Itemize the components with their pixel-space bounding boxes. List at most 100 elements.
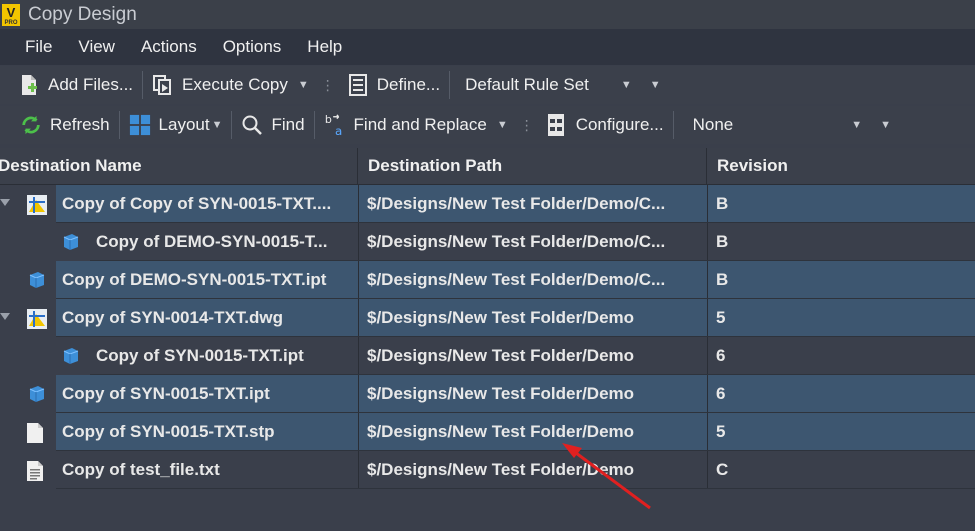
- find-replace-label: Find and Replace: [353, 115, 487, 134]
- table-row[interactable]: Copy of SYN-0015-TXT.ipt $/Designs/New Te…: [0, 337, 975, 375]
- cell-destination-path[interactable]: $/Designs/New Test Folder/Demo: [358, 337, 707, 374]
- cell-revision[interactable]: B: [707, 185, 975, 222]
- cell-revision[interactable]: B: [707, 261, 975, 298]
- column-header-name[interactable]: Destination Name: [0, 148, 358, 184]
- layout-label: Layout: [158, 115, 210, 134]
- part-icon: [60, 232, 80, 252]
- cell-revision[interactable]: 6: [707, 337, 975, 374]
- row-gutter: [0, 299, 56, 337]
- cell-destination-name[interactable]: Copy of DEMO-SYN-0015-T...: [90, 223, 358, 260]
- cell-revision[interactable]: B: [707, 223, 975, 260]
- toolbar-grip: ⋮: [320, 76, 335, 93]
- cell-destination-name[interactable]: Copy of SYN-0015-TXT.ipt: [56, 375, 358, 412]
- define-label: Define...: [376, 75, 441, 94]
- configure-button[interactable]: Configure...: [542, 110, 668, 140]
- window-title: Copy Design: [28, 3, 137, 25]
- column-header-revision[interactable]: Revision: [707, 148, 975, 184]
- chevron-down-icon[interactable]: ▼: [880, 119, 891, 131]
- cell-destination-name[interactable]: Copy of Copy of SYN-0015-TXT....: [56, 185, 358, 222]
- define-button[interactable]: Define...: [343, 70, 444, 100]
- find-button[interactable]: Find: [237, 110, 308, 140]
- find-label: Find: [271, 115, 305, 134]
- table-row[interactable]: Copy of SYN-0015-TXT.stp $/Designs/New Te…: [0, 413, 975, 451]
- expand-toggle-icon[interactable]: [0, 313, 10, 320]
- cell-destination-path[interactable]: $/Designs/New Test Folder/Demo/C...: [358, 261, 707, 298]
- chevron-down-icon[interactable]: ▼: [650, 79, 661, 91]
- cell-destination-path[interactable]: $/Designs/New Test Folder/Demo: [358, 375, 707, 412]
- refresh-icon: [20, 113, 42, 137]
- cell-destination-path[interactable]: $/Designs/New Test Folder/Demo: [358, 413, 707, 450]
- table-row[interactable]: Copy of SYN-0014-TXT.dwg $/Designs/New Te…: [0, 299, 975, 337]
- svg-text:a: a: [335, 124, 342, 138]
- execute-copy-icon: [152, 73, 174, 97]
- menu-help[interactable]: Help: [307, 37, 342, 57]
- cell-destination-name[interactable]: Copy of test_file.txt: [56, 451, 358, 488]
- refresh-label: Refresh: [50, 115, 110, 134]
- table-row[interactable]: Copy of DEMO-SYN-0015-T... $/Designs/New …: [0, 223, 975, 261]
- menu-view[interactable]: View: [78, 37, 115, 57]
- toolbar-secondary: Refresh Layout ▼ Find ba Find and Replac…: [0, 106, 975, 144]
- toolbar-separator: [231, 111, 233, 139]
- grid-body: Copy of Copy of SYN-0015-TXT.... $/Design…: [0, 185, 975, 489]
- cell-revision[interactable]: 5: [707, 413, 975, 450]
- none-dropdown[interactable]: None ▼ ▼: [689, 110, 895, 140]
- configure-label: Configure...: [575, 115, 664, 134]
- add-files-label: Add Files...: [48, 75, 134, 94]
- menu-file[interactable]: File: [25, 37, 52, 57]
- row-gutter: [0, 223, 90, 261]
- row-gutter: [0, 375, 56, 413]
- list-icon: [347, 73, 369, 97]
- toolbar-separator: [142, 71, 144, 99]
- drawing-icon: [26, 194, 47, 215]
- toolbar-separator: [118, 111, 120, 139]
- search-icon: [241, 113, 263, 137]
- toolbar-separator: [449, 71, 451, 99]
- part-icon: [60, 346, 80, 366]
- grid-header: Destination Name Destination Path Revisi…: [0, 148, 975, 185]
- menu-actions[interactable]: Actions: [141, 37, 197, 57]
- toolbar-separator: [672, 111, 674, 139]
- expand-toggle-icon[interactable]: [0, 199, 10, 206]
- cell-destination-path[interactable]: $/Designs/New Test Folder/Demo/C...: [358, 185, 707, 222]
- row-gutter: [0, 261, 56, 299]
- rule-set-value: Default Rule Set: [465, 75, 589, 94]
- toolbar-grip: ⋮: [519, 116, 534, 133]
- toolbar-primary: Add Files... Execute Copy ▼ ⋮ Define... …: [0, 66, 975, 104]
- menu-options[interactable]: Options: [223, 37, 282, 57]
- chevron-down-icon[interactable]: ▼: [497, 119, 508, 131]
- table-row[interactable]: Copy of SYN-0015-TXT.ipt $/Designs/New Te…: [0, 375, 975, 413]
- chevron-down-icon[interactable]: ▼: [621, 79, 632, 91]
- row-gutter: [0, 337, 90, 375]
- configure-icon: [546, 113, 568, 137]
- cell-destination-name[interactable]: Copy of SYN-0015-TXT.stp: [56, 413, 358, 450]
- toolbar-separator: [313, 111, 315, 139]
- cell-destination-name[interactable]: Copy of SYN-0015-TXT.ipt: [90, 337, 358, 374]
- rule-set-dropdown[interactable]: Default Rule Set ▼ ▼: [461, 70, 665, 100]
- refresh-button[interactable]: Refresh: [16, 110, 114, 140]
- part-icon: [26, 384, 46, 404]
- cell-destination-name[interactable]: Copy of DEMO-SYN-0015-TXT.ipt: [56, 261, 358, 298]
- app-logo: V PRO: [2, 3, 20, 26]
- chevron-down-icon[interactable]: ▼: [298, 79, 309, 91]
- chevron-down-icon[interactable]: ▼: [851, 119, 862, 131]
- drawing-icon: [26, 308, 47, 329]
- cell-destination-path[interactable]: $/Designs/New Test Folder/Demo/C...: [358, 223, 707, 260]
- table-row[interactable]: Copy of Copy of SYN-0015-TXT.... $/Design…: [0, 185, 975, 223]
- cell-destination-path[interactable]: $/Designs/New Test Folder/Demo: [358, 451, 707, 488]
- cell-destination-path[interactable]: $/Designs/New Test Folder/Demo: [358, 299, 707, 336]
- add-file-icon: [18, 73, 40, 97]
- column-header-path[interactable]: Destination Path: [358, 148, 707, 184]
- table-row[interactable]: Copy of DEMO-SYN-0015-TXT.ipt $/Designs/N…: [0, 261, 975, 299]
- cell-revision[interactable]: C: [707, 451, 975, 488]
- cell-destination-name[interactable]: Copy of SYN-0014-TXT.dwg: [56, 299, 358, 336]
- add-files-button[interactable]: Add Files...: [14, 70, 137, 100]
- layout-button[interactable]: Layout ▼: [125, 110, 227, 140]
- find-replace-button[interactable]: ba Find and Replace ▼: [320, 110, 512, 140]
- cell-revision[interactable]: 5: [707, 299, 975, 336]
- chevron-down-icon: ▼: [211, 119, 223, 131]
- svg-text:b: b: [324, 113, 331, 126]
- execute-copy-button[interactable]: Execute Copy ▼: [148, 70, 313, 100]
- table-row[interactable]: Copy of test_file.txt $/Designs/New Test …: [0, 451, 975, 489]
- cell-revision[interactable]: 6: [707, 375, 975, 412]
- document-icon: [26, 422, 46, 443]
